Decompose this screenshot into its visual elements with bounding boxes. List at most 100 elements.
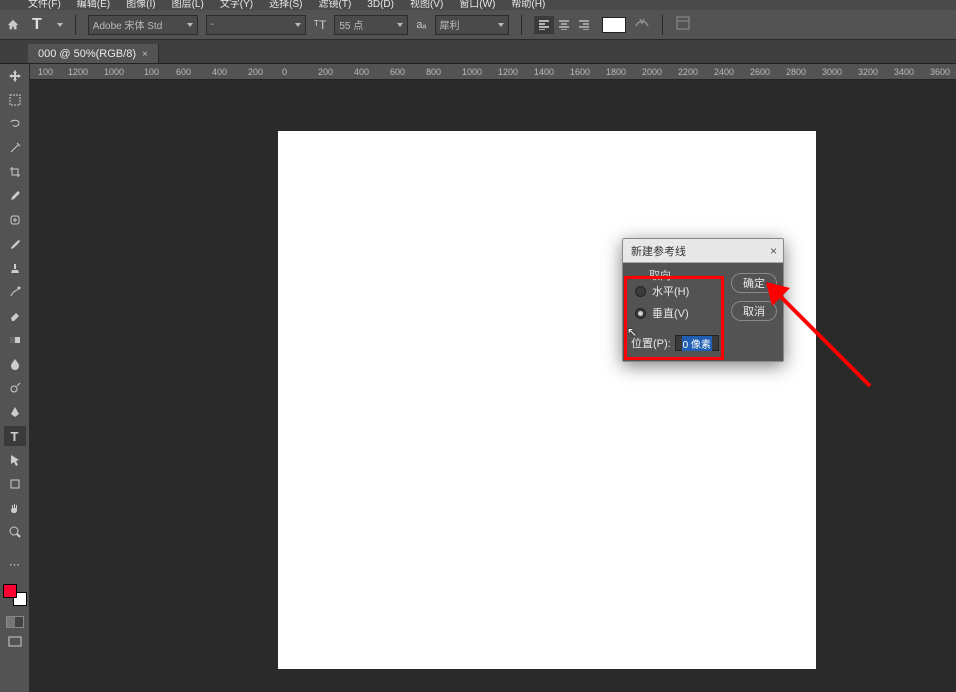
new-guide-dialog: 新建参考线 × 取向 水平(H) 垂直(V) 位置(P): <box>622 238 784 362</box>
color-swatches[interactable] <box>3 582 27 606</box>
dialog-titlebar[interactable]: 新建参考线 × <box>623 239 783 263</box>
menu-item-3d[interactable]: 3D(D) <box>363 0 398 10</box>
ruler-tick: 0 <box>282 67 287 77</box>
brush-tool[interactable] <box>4 234 26 254</box>
ruler-tick: 200 <box>318 67 333 77</box>
ok-button[interactable]: 确定 <box>731 273 777 293</box>
align-right-button[interactable] <box>574 16 594 34</box>
hand-tool[interactable] <box>4 498 26 518</box>
font-size-value: 55 点 <box>339 17 363 32</box>
shape-tool[interactable] <box>4 474 26 494</box>
menu-item-file[interactable]: 文件(F) <box>24 0 65 10</box>
edit-toolbar-icon[interactable]: ⋯ <box>4 554 26 574</box>
home-icon[interactable] <box>6 18 20 32</box>
menu-bar: 文件(F) 编辑(E) 图像(I) 图层(L) 文字(Y) 选择(S) 滤镜(T… <box>0 0 956 10</box>
foreground-color-swatch[interactable] <box>3 584 17 598</box>
move-tool[interactable] <box>4 66 26 86</box>
character-panel-icon[interactable] <box>675 15 691 34</box>
screen-mode-icon[interactable] <box>4 632 26 652</box>
radio-icon <box>635 308 646 319</box>
eraser-tool[interactable] <box>4 306 26 326</box>
dialog-title: 新建参考线 <box>631 243 686 259</box>
ruler-tick: 600 <box>176 67 191 77</box>
radio-horizontal[interactable]: 水平(H) <box>631 283 727 299</box>
menu-item-help[interactable]: 帮助(H) <box>507 0 549 10</box>
radio-icon <box>635 286 646 297</box>
close-icon[interactable]: × <box>770 244 777 258</box>
font-style-select[interactable]: - <box>206 15 306 35</box>
clone-stamp-tool[interactable] <box>4 258 26 278</box>
document-tab[interactable]: 000 @ 50%(RGB/8) × <box>28 44 159 63</box>
eyedropper-tool[interactable] <box>4 186 26 206</box>
menu-item-edit[interactable]: 编辑(E) <box>73 0 114 10</box>
menu-item-layer[interactable]: 图层(L) <box>168 0 208 10</box>
ruler-tick: 3400 <box>894 67 914 77</box>
chevron-down-icon <box>295 23 301 27</box>
quick-mask-toggle[interactable] <box>6 616 24 628</box>
path-select-tool[interactable] <box>4 450 26 470</box>
history-brush-tool[interactable] <box>4 282 26 302</box>
menu-item-select[interactable]: 选择(S) <box>265 0 306 10</box>
orientation-fieldset-label: 取向 <box>645 267 675 283</box>
ruler-tick: 400 <box>354 67 369 77</box>
radio-horizontal-label: 水平(H) <box>652 283 689 299</box>
ruler-tick: 3000 <box>822 67 842 77</box>
position-value: 0 像素 <box>682 336 712 351</box>
document-tab-label: 000 @ 50%(RGB/8) <box>38 48 136 60</box>
type-tool[interactable]: T <box>4 426 26 446</box>
menu-item-view[interactable]: 视图(V) <box>406 0 447 10</box>
ruler-tick: 600 <box>390 67 405 77</box>
pen-tool[interactable] <box>4 402 26 422</box>
radio-vertical[interactable]: 垂直(V) <box>631 305 727 321</box>
cancel-button[interactable]: 取消 <box>731 301 777 321</box>
font-style-value: - <box>211 19 214 30</box>
menu-item-window[interactable]: 窗口(W) <box>455 0 499 10</box>
zoom-tool[interactable] <box>4 522 26 542</box>
gradient-tool[interactable] <box>4 330 26 350</box>
dodge-tool[interactable] <box>4 378 26 398</box>
text-align-group <box>534 16 594 34</box>
canvas[interactable] <box>278 131 816 669</box>
marquee-tool[interactable] <box>4 90 26 110</box>
font-size-select[interactable]: 55 点 <box>334 15 408 35</box>
blur-tool[interactable] <box>4 354 26 374</box>
work-area: 100 1200 1000 100 600 400 200 0 200 400 … <box>30 64 956 692</box>
type-tool-icon[interactable]: T <box>28 16 46 34</box>
radio-vertical-label: 垂直(V) <box>652 305 689 321</box>
lasso-tool[interactable] <box>4 114 26 134</box>
ruler-tick: 2400 <box>714 67 734 77</box>
font-family-value: Adobe 宋体 Std <box>93 17 162 32</box>
chevron-down-icon <box>498 23 504 27</box>
align-left-button[interactable] <box>534 16 554 34</box>
position-input[interactable]: 0 像素 <box>675 335 719 351</box>
position-label: 位置(P): <box>631 335 671 351</box>
magic-wand-tool[interactable] <box>4 138 26 158</box>
ruler-tick: 200 <box>248 67 263 77</box>
anti-alias-icon: aₐ <box>416 19 426 31</box>
menu-item-type[interactable]: 文字(Y) <box>216 0 257 10</box>
ruler-tick: 1800 <box>606 67 626 77</box>
text-color-swatch[interactable] <box>602 17 626 33</box>
anti-alias-select[interactable]: 犀利 <box>435 15 509 35</box>
menu-item-image[interactable]: 图像(I) <box>122 0 159 10</box>
menu-item-filter[interactable]: 滤镜(T) <box>315 0 356 10</box>
healing-brush-tool[interactable] <box>4 210 26 230</box>
toolbox: T ⋯ <box>0 64 30 692</box>
close-icon[interactable]: × <box>142 49 148 60</box>
divider <box>521 15 522 35</box>
chevron-down-icon <box>397 23 403 27</box>
font-family-select[interactable]: Adobe 宋体 Std <box>88 15 198 35</box>
align-center-button[interactable] <box>554 16 574 34</box>
warp-text-icon[interactable] <box>634 15 650 34</box>
font-size-icon: ᵀT <box>314 18 327 32</box>
document-tab-bar: 000 @ 50%(RGB/8) × <box>0 40 956 64</box>
ruler-tick: 100 <box>144 67 159 77</box>
ruler-tick: 400 <box>212 67 227 77</box>
ruler-tick: 2000 <box>642 67 662 77</box>
ruler-horizontal[interactable]: 100 1200 1000 100 600 400 200 0 200 400 … <box>30 64 956 80</box>
ruler-tick: 1400 <box>534 67 554 77</box>
ruler-tick: 800 <box>426 67 441 77</box>
ruler-tick: 1200 <box>68 67 88 77</box>
ruler-tick: 1000 <box>462 67 482 77</box>
crop-tool[interactable] <box>4 162 26 182</box>
